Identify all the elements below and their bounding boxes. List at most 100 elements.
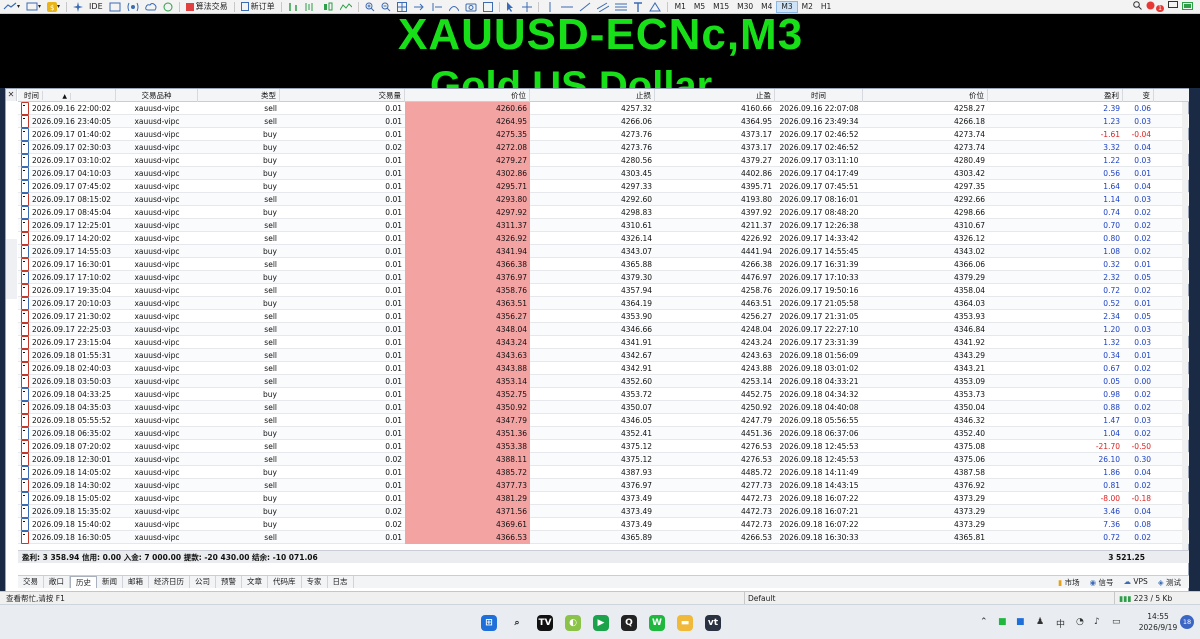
table-row[interactable]: 2026.09.17 03:10:02 xauusd-vipc buy 0.01 427… (18, 153, 1189, 167)
tray-qq-icon[interactable]: ♟ (1036, 617, 1044, 627)
close-icon[interactable]: ✕ (6, 89, 17, 101)
timeframe-m3[interactable]: M3 (776, 0, 798, 13)
col-header-change[interactable]: 变 (1123, 89, 1154, 102)
network-icon[interactable]: ◔ (1076, 617, 1084, 627)
file-explorer-icon[interactable]: ▬ (677, 615, 693, 631)
fibonacci-icon[interactable] (612, 1, 630, 13)
timeframe-h1[interactable]: H1 (817, 1, 835, 13)
table-row[interactable]: 2026.09.17 12:25:01 xauusd-vipc sell 0.01 43… (18, 218, 1189, 232)
col-header-open-price[interactable]: 价位 (405, 89, 530, 102)
timeframe-m2[interactable]: M2 (798, 1, 817, 13)
search-icon[interactable] (1133, 1, 1143, 12)
table-row[interactable]: 2026.09.16 23:40:05 xauusd-vipc sell 0.01 42… (18, 114, 1189, 128)
autoscroll-icon[interactable] (410, 1, 428, 13)
tab-trade[interactable]: 交易 (18, 576, 44, 588)
table-row[interactable]: 2026.09.17 22:25:03 xauusd-vipc sell 0.01 43… (18, 322, 1189, 336)
templates-button[interactable]: ▾ (23, 1, 44, 13)
table-row[interactable]: 2026.09.17 21:30:02 xauusd-vipc sell 0.01 43… (18, 309, 1189, 323)
col-header-symbol[interactable]: 交易品种 (116, 89, 198, 102)
battery-icon[interactable]: ▭ (1112, 617, 1121, 627)
table-row[interactable]: 2026.09.18 04:33:25 xauusd-vipc buy 0.01 435… (18, 387, 1189, 401)
search-icon[interactable]: ⌕ (509, 615, 525, 631)
indicators-icon[interactable] (446, 1, 462, 13)
signals-link[interactable]: ◉ 信号 (1090, 577, 1114, 588)
table-row[interactable]: 2026.09.18 16:30:05 xauusd-vipc sell 0.01 43… (18, 530, 1189, 544)
grid-icon[interactable] (394, 1, 410, 13)
chart-area[interactable]: XAUUSD-ECNc,M3 Gold US Dollar (0, 14, 1200, 88)
table-row[interactable]: 2026.09.17 07:45:02 xauusd-vipc buy 0.01 429… (18, 179, 1189, 193)
algo-trading-button[interactable]: 算法交易 (183, 1, 231, 13)
table-row[interactable]: 2026.09.18 06:35:02 xauusd-vipc buy 0.01 435… (18, 426, 1189, 440)
tab-code-base[interactable]: 代码库 (268, 576, 302, 588)
table-row[interactable]: 2026.09.18 05:55:52 xauusd-vipc sell 0.01 43… (18, 413, 1189, 427)
zoom-out-icon[interactable] (378, 1, 394, 13)
ime-indicator[interactable]: 中 (1056, 617, 1065, 630)
timeframe-m30[interactable]: M30 (733, 1, 757, 13)
new-order-button[interactable]: 新订单 (238, 1, 278, 13)
tab-history[interactable]: 历史 (70, 576, 97, 588)
tray-wechat-icon[interactable]: ■ (998, 617, 1007, 627)
col-header-type[interactable]: 类型 (198, 89, 280, 102)
col-header-close-time[interactable]: 时间 (775, 89, 863, 102)
text-icon[interactable] (630, 1, 646, 13)
account-icon[interactable]: $ ▾ (44, 1, 63, 13)
timeframe-m1[interactable]: M1 (671, 1, 690, 13)
wechat-work-icon[interactable]: ◐ (565, 615, 581, 631)
qq-icon[interactable]: Q (621, 615, 637, 631)
table-row[interactable]: 2026.09.17 01:40:02 xauusd-vipc buy 0.01 427… (18, 127, 1189, 141)
player-icon[interactable]: ▶ (593, 615, 609, 631)
depth-of-market-icon[interactable] (285, 1, 301, 13)
tester-link[interactable]: ◈ 测试 (1158, 577, 1181, 588)
tab-journal[interactable]: 日志 (328, 576, 354, 588)
tray-app-icon[interactable]: ■ (1016, 617, 1025, 627)
table-row[interactable]: 2026.09.17 17:10:02 xauusd-vipc buy 0.01 437… (18, 270, 1189, 284)
notification-badge[interactable]: 18 (1180, 615, 1194, 629)
start-icon[interactable]: ⊞ (481, 615, 497, 631)
timeframe-icon[interactable] (480, 1, 496, 13)
vps-icon[interactable] (160, 1, 176, 13)
table-row[interactable]: 2026.09.18 12:30:01 xauusd-vipc sell 0.02 43… (18, 452, 1189, 466)
horizontal-line-icon[interactable] (558, 1, 576, 13)
table-row[interactable]: 2026.09.17 02:30:03 xauusd-vipc buy 0.02 427… (18, 140, 1189, 154)
candlestick-icon[interactable] (319, 1, 337, 13)
tab-company[interactable]: 公司 (190, 576, 216, 588)
table-row[interactable]: 2026.09.17 08:15:02 xauusd-vipc sell 0.01 42… (18, 192, 1189, 206)
col-header-open-time[interactable]: 时间 ▲ (18, 89, 116, 102)
cursor-icon[interactable] (503, 1, 519, 13)
vertical-line-icon[interactable] (542, 1, 558, 13)
channel-icon[interactable] (594, 1, 612, 13)
timeframe-m4[interactable]: M4 (757, 1, 776, 13)
crosshair-icon[interactable] (519, 1, 535, 13)
table-row[interactable]: 2026.09.18 01:55:31 xauusd-vipc sell 0.01 43… (18, 348, 1189, 362)
table-row[interactable]: 2026.09.17 16:30:01 xauusd-vipc sell 0.01 43… (18, 257, 1189, 271)
market-watch-icon[interactable] (106, 1, 124, 13)
table-scrollbar[interactable] (1182, 102, 1188, 550)
tab-calendar[interactable]: 经济日历 (149, 576, 190, 588)
table-row[interactable]: 2026.09.18 14:30:02 xauusd-vipc sell 0.01 43… (18, 478, 1189, 492)
col-header-close-price[interactable]: 价位 (863, 89, 988, 102)
chart-shift-icon[interactable] (428, 1, 446, 13)
col-header-stop-loss[interactable]: 止损 (530, 89, 655, 102)
market-link[interactable]: ▮ 市场 (1058, 577, 1080, 588)
tab-experts[interactable]: 专家 (302, 576, 328, 588)
chat-icon[interactable] (1168, 1, 1178, 12)
taskbar-clock[interactable]: 14:55 2026/9/19 (1138, 611, 1178, 633)
tab-mailbox[interactable]: 邮箱 (123, 576, 149, 588)
vps-link[interactable]: ☁ VPS (1124, 577, 1148, 588)
table-row[interactable]: 2026.09.17 14:55:03 xauusd-vipc buy 0.01 434… (18, 244, 1189, 258)
table-row[interactable]: 2026.09.18 15:40:02 xauusd-vipc buy 0.02 436… (18, 517, 1189, 531)
table-row[interactable]: 2026.09.18 14:05:02 xauusd-vipc buy 0.01 438… (18, 465, 1189, 479)
table-row[interactable]: 2026.09.17 04:10:03 xauusd-vipc buy 0.01 430… (18, 166, 1189, 180)
navigator-icon[interactable] (70, 1, 86, 13)
tab-exposure[interactable]: 敞口 (44, 576, 70, 588)
signal-icon[interactable] (124, 1, 142, 13)
timeframe-m15[interactable]: M15 (709, 1, 733, 13)
timeframe-m5[interactable]: M5 (690, 1, 709, 13)
wechat-icon[interactable]: W (649, 615, 665, 631)
screenshot-icon[interactable] (462, 1, 480, 13)
tradingview-icon[interactable]: TV (537, 615, 553, 631)
metatrader-icon[interactable]: vt (705, 615, 721, 631)
table-row[interactable]: 2026.09.17 23:15:04 xauusd-vipc sell 0.01 43… (18, 335, 1189, 349)
col-header-volume[interactable]: 交易量 (280, 89, 405, 102)
table-row[interactable]: 2026.09.17 14:20:02 xauusd-vipc sell 0.01 43… (18, 231, 1189, 245)
